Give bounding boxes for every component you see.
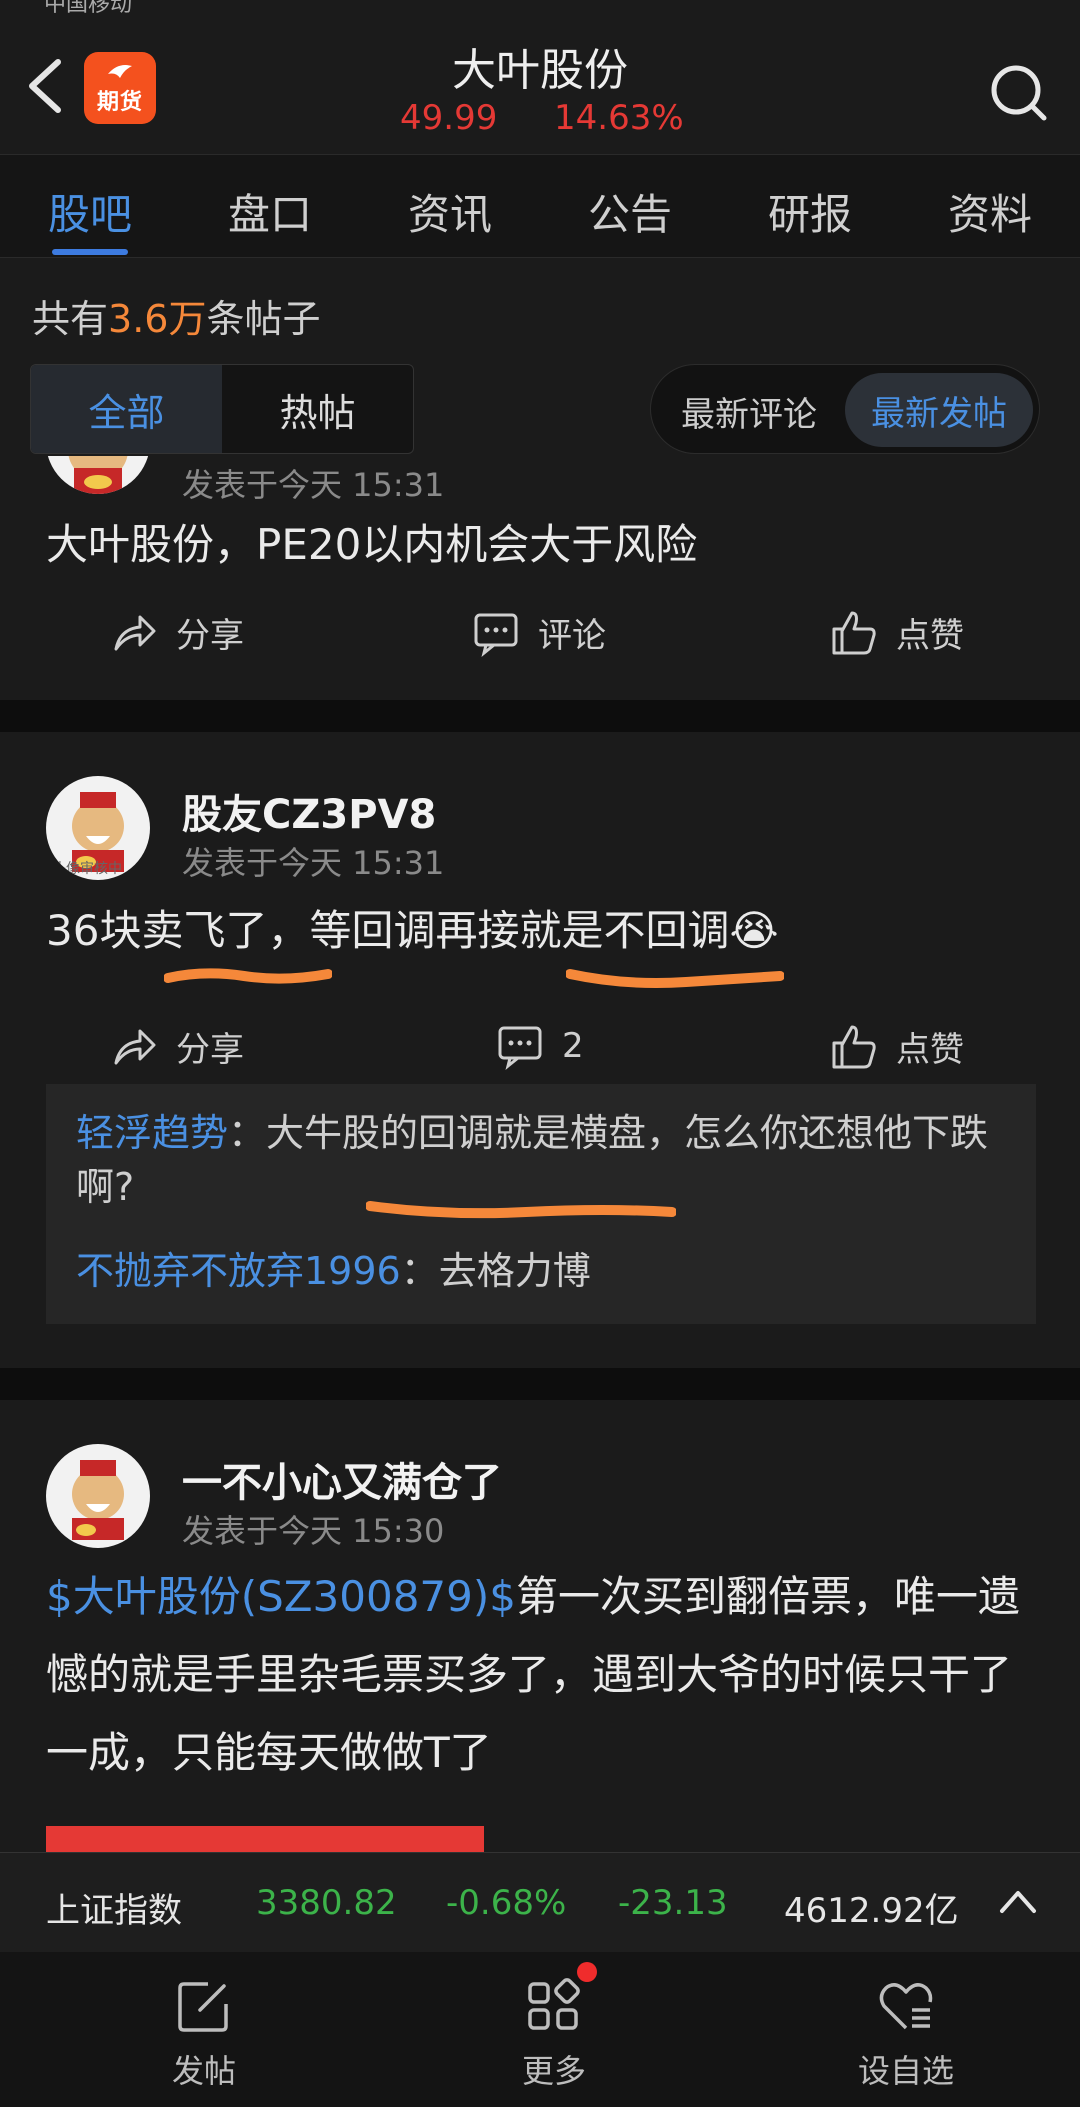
post-content[interactable]: 36块卖飞了，等回调再接就是不回调😭 <box>46 892 1036 970</box>
post-divider <box>0 700 1080 732</box>
post-time: 发表于今天 15:31 <box>182 466 445 504</box>
post-content[interactable]: $大叶股份(SZ300879)$第一次买到翻倍票，唯一遗憾的就是手里杂毛票买多了… <box>46 1558 1036 1792</box>
post-time: 发表于今天 15:30 <box>182 1512 445 1550</box>
tab-pankou[interactable]: 盘口 <box>210 181 330 242</box>
edit-icon <box>178 1982 228 2032</box>
stock-change-pct: 14.63% <box>554 98 684 138</box>
nav-more-label: 更多 <box>521 2052 586 2090</box>
nav-post-label: 发帖 <box>171 2052 236 2090</box>
stock-price: 49.99 <box>400 98 498 138</box>
heart-list-icon <box>879 1983 933 2030</box>
reply-item[interactable]: 轻浮趋势：大牛股的回调就是横盘，怎么你还想他下跌啊? <box>76 1106 1016 1214</box>
thumbs-up-icon <box>832 1025 876 1068</box>
stock-title: 大叶股份 <box>452 45 628 96</box>
highlight-scribble <box>164 968 332 984</box>
nav-post[interactable]: 发帖 <box>104 1976 304 2092</box>
avatar-caption: 头像审核中 <box>52 861 122 877</box>
post-count-number: 3.6万 <box>108 297 207 341</box>
post-username[interactable]: 股友CZ3PV8 <box>182 782 436 840</box>
nav-watchlist[interactable]: 设自选 <box>806 1976 1006 2092</box>
post-username[interactable]: 一不小心又满仓了 <box>182 1450 502 1508</box>
sort-latest-comment[interactable]: 最新评论 <box>681 387 817 436</box>
reply-item[interactable]: 不抛弃不放弃1996：去格力博 <box>76 1244 1016 1298</box>
bottom-nav: 发帖 更多 设自选 <box>0 1952 1080 2107</box>
grid-icon <box>528 1978 580 2030</box>
page: { "status_bar": {"carrier": "中国移动"}, "he… <box>0 0 1080 2107</box>
comment-count: 2 <box>562 1026 584 1066</box>
nav-more[interactable]: 更多 <box>454 1976 654 2092</box>
share-label: 分享 <box>176 1030 244 1070</box>
highlight-scribble <box>566 969 784 988</box>
share-button[interactable]: 分享 <box>110 608 244 657</box>
comment-icon <box>498 1026 542 1070</box>
index-value: 3380.82 <box>256 1883 397 1923</box>
sort-latest-post[interactable]: 最新发帖 <box>845 373 1033 447</box>
post-card[interactable]: 一不小心又满仓了 发表于今天 15:30 $大叶股份(SZ300879)$第一次… <box>0 1400 1080 1852</box>
tab-profile[interactable]: 资料 <box>930 181 1050 242</box>
status-bar: 中国移动 <box>0 0 1080 14</box>
like-button[interactable]: 点赞 <box>830 1022 964 1071</box>
index-pct: -0.68% <box>446 1883 567 1923</box>
comment-icon <box>474 613 518 657</box>
header: 期货 大叶股份 49.99 14.63% <box>0 14 1080 154</box>
avatar[interactable] <box>46 1444 150 1548</box>
reply-username[interactable]: 不抛弃不放弃1996 <box>76 1249 401 1293</box>
tab-guba[interactable]: 股吧 <box>30 181 150 242</box>
post-filter-segment: 全部 热帖 <box>30 364 414 454</box>
chevron-up-icon[interactable] <box>996 1883 1040 1919</box>
comment-button[interactable]: 评论 <box>472 608 606 657</box>
reply-username[interactable]: 轻浮趋势 <box>76 1111 228 1155</box>
post-divider <box>0 1368 1080 1400</box>
post-time: 发表于今天 15:31 <box>182 844 445 882</box>
post-card[interactable]: 发表于今天 15:31 大叶股份，PE20以内机会大于风险 分享 评论 点赞 <box>0 456 1080 700</box>
index-turnover: 4612.92亿 <box>784 1891 959 1931</box>
notification-dot <box>577 1962 597 1982</box>
filter-all[interactable]: 全部 <box>31 365 222 453</box>
tab-news[interactable]: 资讯 <box>390 181 510 242</box>
search-icon[interactable] <box>990 64 1048 122</box>
index-name: 上证指数 <box>46 1891 182 1931</box>
tab-research[interactable]: 研报 <box>750 181 870 242</box>
comment-label: 评论 <box>538 616 606 656</box>
avatar[interactable] <box>46 456 150 494</box>
comment-button[interactable]: 2 <box>496 1022 584 1070</box>
tab-bar: 股吧 盘口 资讯 公告 研报 资料 <box>0 154 1080 258</box>
share-icon <box>114 615 156 650</box>
like-button[interactable]: 点赞 <box>830 608 964 657</box>
post-image-preview[interactable] <box>46 1826 484 1852</box>
tab-announcements[interactable]: 公告 <box>570 181 690 242</box>
nav-watchlist-label: 设自选 <box>857 2052 954 2090</box>
share-button[interactable]: 分享 <box>110 1022 244 1071</box>
like-label: 点赞 <box>896 616 964 656</box>
post-count: 共有3.6万条帖子 <box>32 288 320 343</box>
like-label: 点赞 <box>896 1030 964 1070</box>
thumbs-up-icon <box>832 611 876 654</box>
carrier-label: 中国移动 <box>44 0 133 14</box>
index-change: -23.13 <box>618 1883 728 1923</box>
reply-text: ：去格力博 <box>400 1249 591 1293</box>
stock-link[interactable]: $大叶股份(SZ300879)$ <box>46 1572 516 1621</box>
post-count-suffix: 条帖子 <box>206 297 321 341</box>
post-content[interactable]: 大叶股份，PE20以内机会大于风险 <box>46 506 1036 584</box>
filter-hot[interactable]: 热帖 <box>222 365 413 453</box>
post-actions: 分享 评论 点赞 <box>0 608 1080 668</box>
post-count-prefix: 共有 <box>32 297 109 341</box>
market-index-bar[interactable]: 上证指数 3380.82 -0.68% -23.13 4612.92亿 <box>0 1852 1080 1952</box>
share-label: 分享 <box>176 616 244 656</box>
share-icon <box>114 1029 156 1064</box>
avatar[interactable]: 头像审核中 <box>46 776 150 880</box>
highlight-scribble <box>366 1201 676 1219</box>
post-card[interactable]: 头像审核中 股友CZ3PV8 发表于今天 15:31 36块卖飞了，等回调再接就… <box>0 732 1080 1368</box>
post-actions: 分享 2 点赞 <box>0 1022 1080 1082</box>
sort-toggle: 最新评论 最新发帖 <box>650 364 1040 454</box>
reply-preview[interactable]: 轻浮趋势：大牛股的回调就是横盘，怎么你还想他下跌啊? 不抛弃不放弃1996：去格… <box>46 1084 1036 1324</box>
active-tab-indicator <box>52 249 128 255</box>
